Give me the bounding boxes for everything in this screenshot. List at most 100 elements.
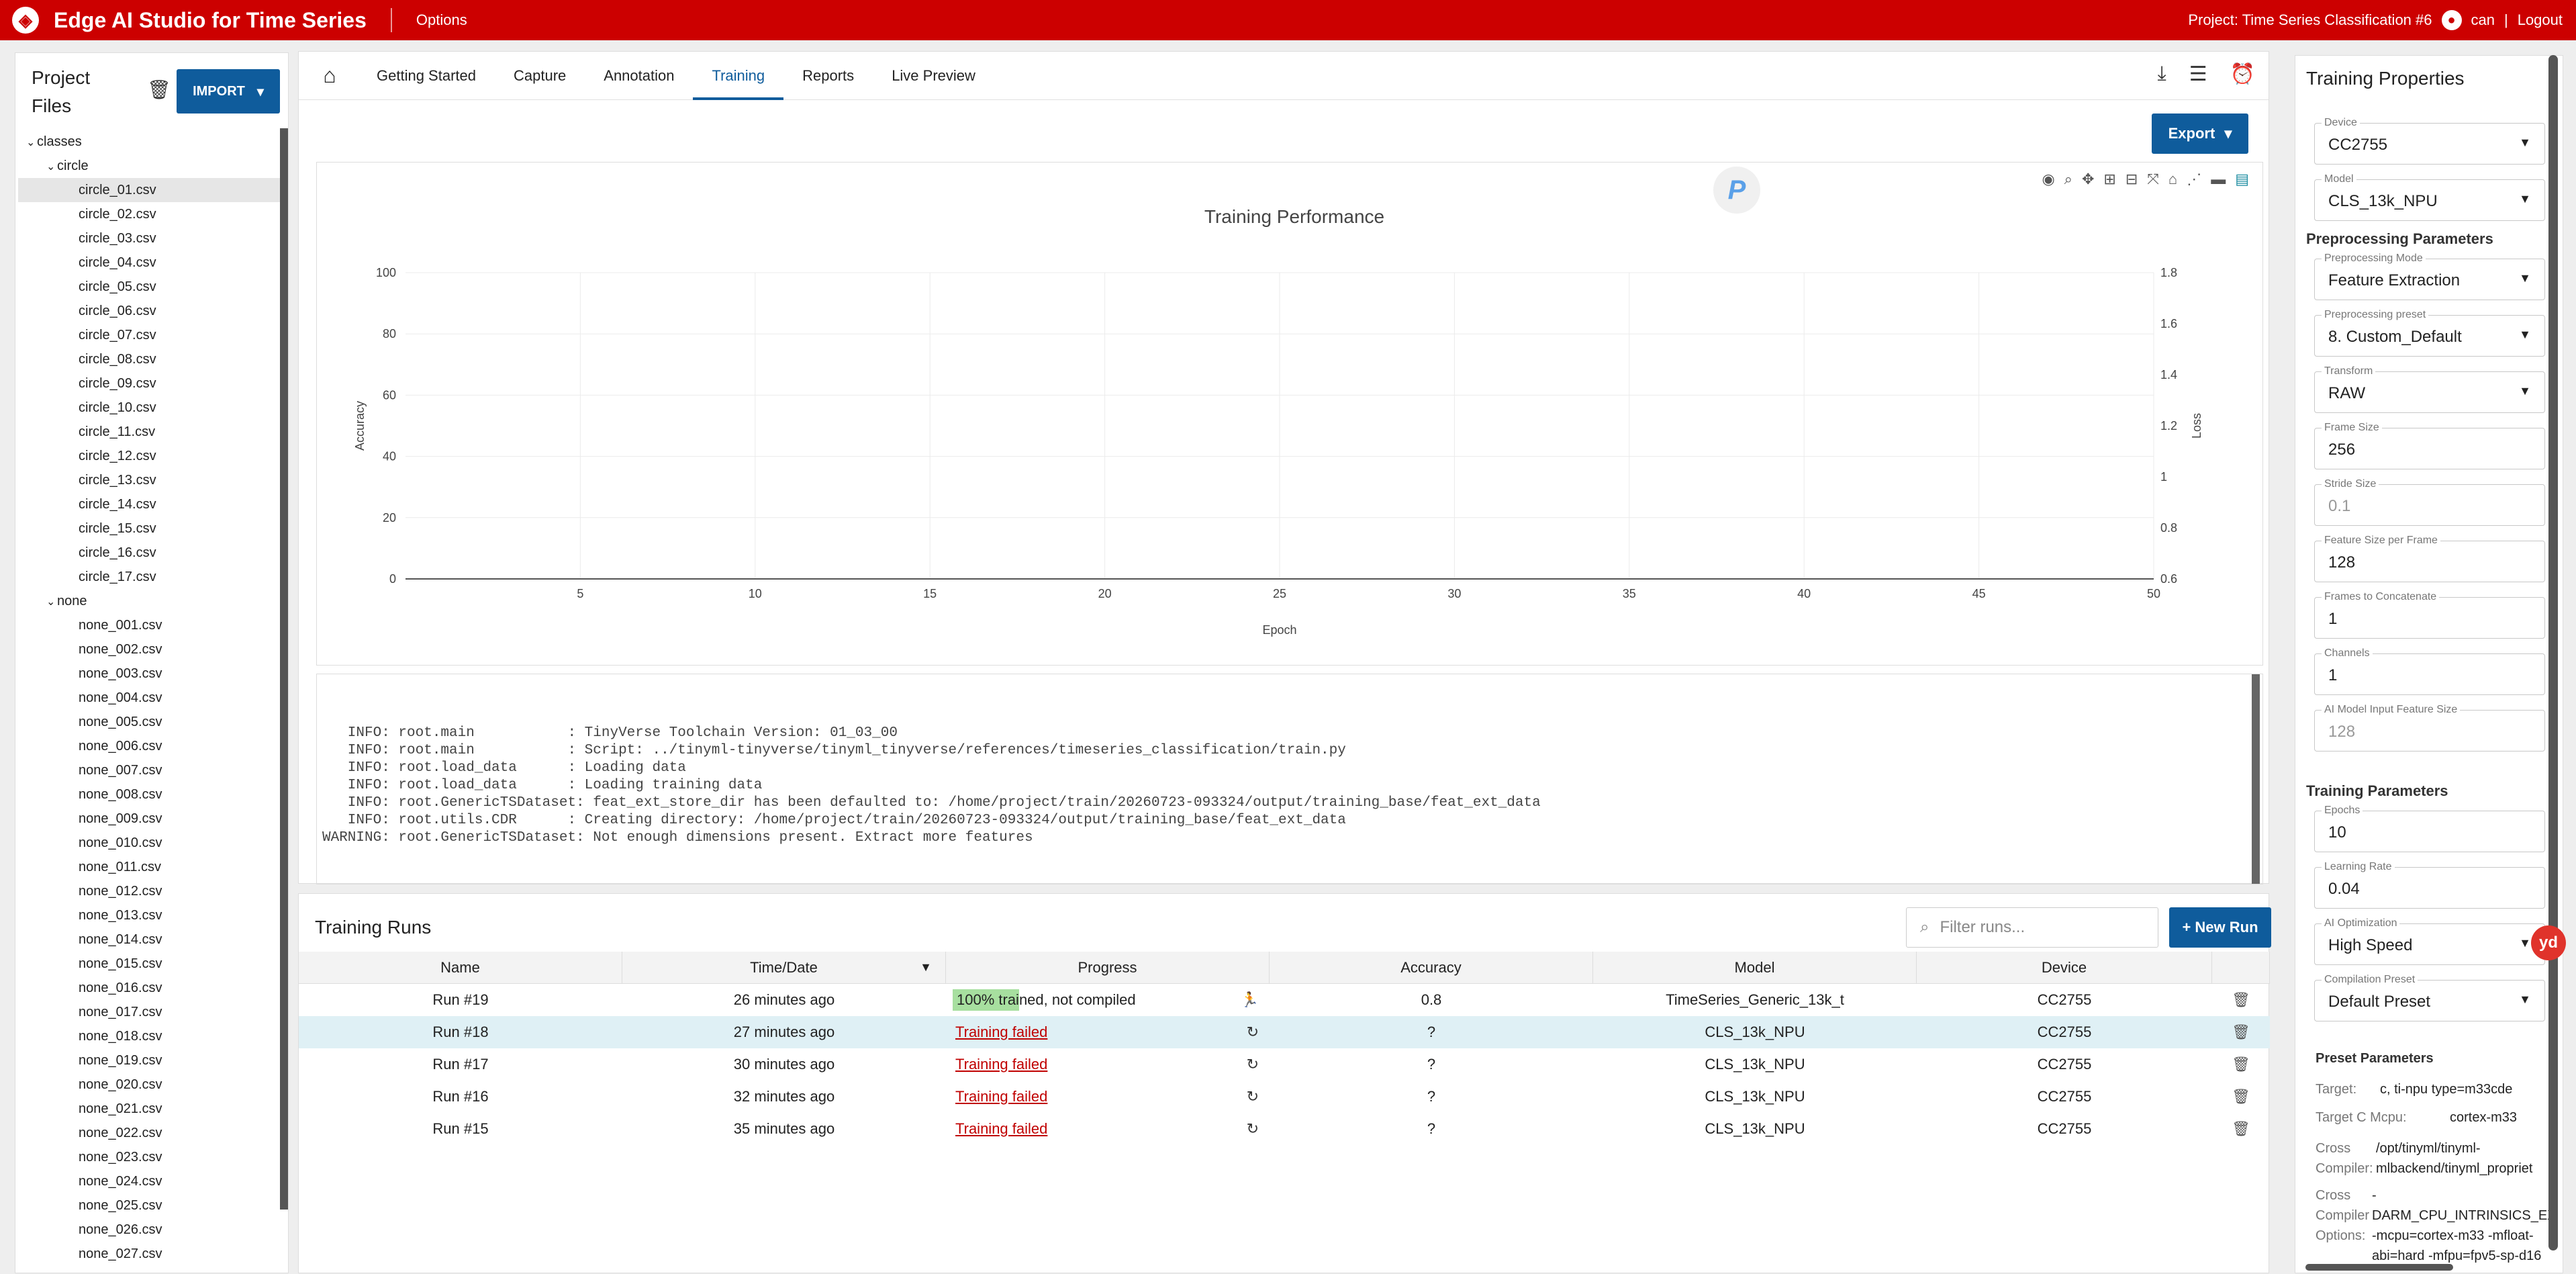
training-failed-link[interactable]: Training failed	[955, 1023, 1047, 1041]
run-icon[interactable]: 🏃	[1241, 991, 1259, 1009]
tree-file[interactable]: circle_07.csv	[18, 323, 280, 347]
tree-file[interactable]: none_008.csv	[18, 782, 280, 807]
tree-file[interactable]: none_007.csv	[18, 758, 280, 782]
tree-file[interactable]: circle_02.csv	[18, 202, 280, 226]
tree-file[interactable]: circle_06.csv	[18, 299, 280, 323]
tree-file[interactable]: none_020.csv	[18, 1073, 280, 1097]
tree-file[interactable]: none_006.csv	[18, 734, 280, 758]
column-header-progress[interactable]: Progress	[946, 952, 1270, 983]
tab-reports[interactable]: Reports	[783, 52, 873, 100]
tree-file[interactable]: none_010.csv	[18, 831, 280, 855]
tree-file[interactable]: none_014.csv	[18, 927, 280, 952]
tree-file[interactable]: none_025.csv	[18, 1193, 280, 1218]
table-row[interactable]: Run #19 26 minutes ago 100% trained, not c…	[299, 984, 2270, 1016]
tree-file[interactable]: none_004.csv	[18, 686, 280, 710]
comp-preset-select[interactable]: Compilation Preset Default Preset ▼	[2314, 974, 2545, 1021]
training-failed-link[interactable]: Training failed	[955, 1056, 1047, 1073]
tree-file[interactable]: circle_11.csv	[18, 420, 280, 444]
tree-file[interactable]: circle_04.csv	[18, 251, 280, 275]
tree-file[interactable]: circle_16.csv	[18, 541, 280, 565]
tree-file[interactable]: none_003.csv	[18, 662, 280, 686]
delete-run-icon[interactable]: 🗑	[2212, 1081, 2270, 1113]
tab-annotation[interactable]: Annotation	[585, 52, 693, 100]
chevron-down-icon[interactable]: ▼	[2519, 328, 2531, 342]
delete-icon[interactable]: 🗑	[147, 79, 171, 101]
channels-field[interactable]: Channels 1	[2314, 647, 2545, 695]
tab-capture[interactable]: Capture	[495, 52, 585, 100]
properties-horizontal-scrollbar[interactable]	[2305, 1264, 2453, 1271]
tree-file[interactable]: circle_17.csv	[18, 565, 280, 589]
tree-file[interactable]: none_002.csv	[18, 637, 280, 662]
feat-size-field[interactable]: Feature Size per Frame 128	[2314, 535, 2545, 582]
transform-select[interactable]: Transform RAW ▼	[2314, 365, 2545, 413]
options-menu[interactable]: Options	[416, 11, 467, 29]
tree-file[interactable]: circle_12.csv	[18, 444, 280, 468]
tree-folder[interactable]: ⌄ none	[18, 589, 280, 613]
new-run-button[interactable]: + New Run	[2169, 907, 2271, 948]
table-row[interactable]: Run #17 30 minutes ago Training failed ↻? CL…	[299, 1048, 2270, 1081]
chevron-down-icon[interactable]: ⌄	[26, 131, 37, 155]
model-select[interactable]: Model CLS_13k_NPU ▼	[2314, 173, 2545, 221]
tree-file[interactable]: none_026.csv	[18, 1218, 280, 1242]
retry-icon[interactable]: ↻	[1247, 1088, 1259, 1105]
tree-file[interactable]: none_018.csv	[18, 1024, 280, 1048]
frames-concat-field[interactable]: Frames to Concatenate 1	[2314, 591, 2545, 639]
tree-file[interactable]: none_015.csv	[18, 952, 280, 976]
frame-size-field[interactable]: Frame Size 256	[2314, 422, 2545, 469]
delete-run-icon[interactable]: 🗑	[2212, 1113, 2270, 1145]
training-failed-link[interactable]: Training failed	[955, 1120, 1047, 1138]
table-row[interactable]: Run #16 32 minutes ago Training failed ↻? CL…	[299, 1081, 2270, 1113]
delete-run-icon[interactable]: 🗑	[2212, 984, 2270, 1016]
tree-file[interactable]: circle_15.csv	[18, 516, 280, 541]
column-header-model[interactable]: Model	[1593, 952, 1917, 983]
tree-file[interactable]: none_017.csv	[18, 1000, 280, 1024]
tab-getting-started[interactable]: Getting Started	[358, 52, 495, 100]
epochs-field[interactable]: Epochs 10	[2314, 805, 2545, 852]
tree-file[interactable]: none_005.csv	[18, 710, 280, 734]
tree-file[interactable]: circle_14.csv	[18, 492, 280, 516]
chevron-down-icon[interactable]: ▼	[2519, 993, 2531, 1007]
chevron-down-icon[interactable]: ▼	[2519, 271, 2531, 285]
chevron-down-icon[interactable]: ▼	[2519, 136, 2531, 150]
tab-live-preview[interactable]: Live Preview	[873, 52, 994, 100]
lr-field[interactable]: Learning Rate 0.04	[2314, 861, 2545, 909]
tree-folder[interactable]: ⌄ classes	[18, 130, 280, 154]
assistant-bubble-icon[interactable]: yd	[2531, 925, 2566, 960]
tree-file[interactable]: none_011.csv	[18, 855, 280, 879]
preproc-preset-select[interactable]: Preprocessing preset 8. Custom_Default ▼	[2314, 309, 2545, 357]
tree-file[interactable]: none_021.csv	[18, 1097, 280, 1121]
chevron-down-icon[interactable]: ▼	[2519, 384, 2531, 398]
chevron-down-icon[interactable]: ⌄	[46, 155, 57, 179]
tree-file[interactable]: circle_03.csv	[18, 226, 280, 251]
logout-link[interactable]: Logout	[2518, 11, 2563, 29]
table-row[interactable]: Run #15 35 minutes ago Training failed ↻? CL…	[299, 1113, 2270, 1145]
column-header-time-date[interactable]: Time/Date ▼	[622, 952, 946, 983]
chevron-down-icon[interactable]: ▼	[2519, 936, 2531, 950]
download-icon[interactable]: ⤓	[2157, 62, 2166, 86]
device-select[interactable]: Device CC2755 ▼	[2314, 117, 2545, 165]
console-scrollbar[interactable]	[2252, 674, 2260, 884]
tree-file[interactable]: circle_05.csv	[18, 275, 280, 299]
ai-opt-select[interactable]: AI Optimization High Speed ▼	[2314, 917, 2545, 965]
tree-file[interactable]: none_009.csv	[18, 807, 280, 831]
filter-runs-input[interactable]: ⌕ Filter runs...	[1906, 907, 2158, 948]
retry-icon[interactable]: ↻	[1247, 1120, 1259, 1138]
preproc-mode-select[interactable]: Preprocessing Mode Feature Extraction ▼	[2314, 253, 2545, 300]
column-header-accuracy[interactable]: Accuracy	[1270, 952, 1593, 983]
export-button[interactable]: Export ▾	[2152, 113, 2248, 154]
list-icon[interactable]: ☰	[2189, 62, 2207, 86]
retry-icon[interactable]: ↻	[1247, 1056, 1259, 1073]
tree-file[interactable]: none_023.csv	[18, 1145, 280, 1169]
tree-folder[interactable]: ⌄ circle	[18, 154, 280, 178]
tree-file[interactable]: circle_08.csv	[18, 347, 280, 371]
tree-file[interactable]: none_022.csv	[18, 1121, 280, 1145]
alarm-icon[interactable]: ⏰	[2230, 62, 2255, 86]
user-name[interactable]: can	[2471, 11, 2495, 29]
training-failed-link[interactable]: Training failed	[955, 1088, 1047, 1105]
home-icon[interactable]: ⌂	[316, 62, 343, 89]
tree-file[interactable]: none_024.csv	[18, 1169, 280, 1193]
tab-training[interactable]: Training	[693, 52, 783, 100]
tree-file[interactable]: none_001.csv	[18, 613, 280, 637]
chevron-down-icon[interactable]: ⌄	[46, 590, 57, 615]
tree-file[interactable]: circle_01.csv	[18, 178, 280, 202]
